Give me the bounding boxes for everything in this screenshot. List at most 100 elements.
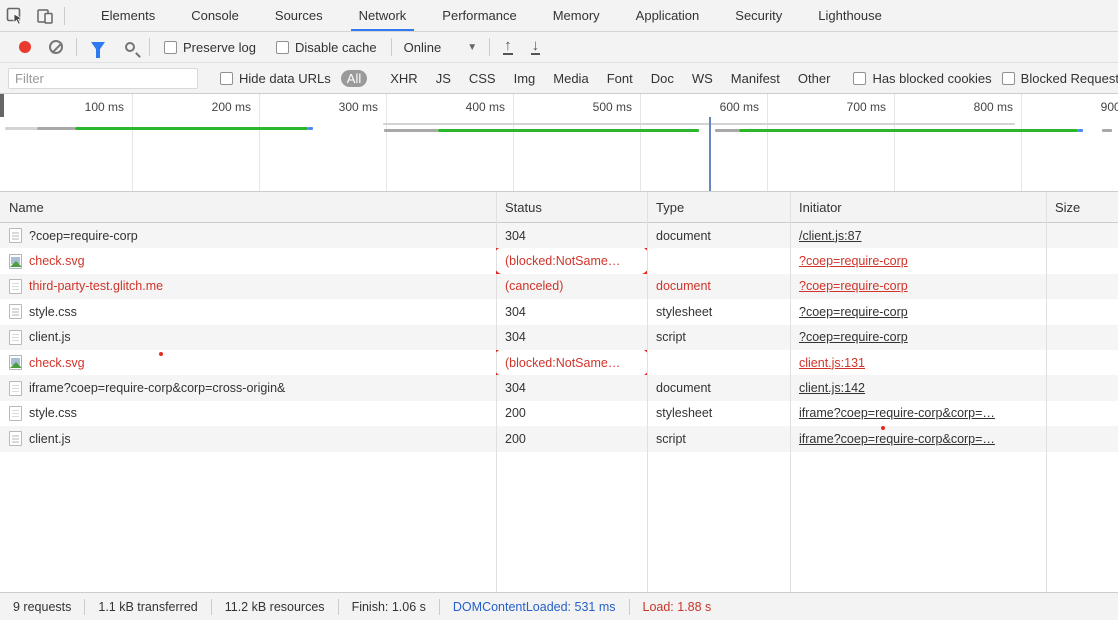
disable-cache-checkbox[interactable]: Disable cache bbox=[276, 40, 377, 55]
request-size-cell[interactable] bbox=[1046, 248, 1118, 273]
search-icon[interactable] bbox=[125, 42, 135, 52]
filter-input[interactable] bbox=[8, 68, 198, 89]
request-initiator-cell[interactable]: ?coep=require-corp bbox=[790, 325, 1046, 350]
request-initiator-cell[interactable]: iframe?coep=require-corp&corp=… bbox=[790, 426, 1046, 451]
table-row[interactable]: third-party-test.glitch.me (canceled) do… bbox=[0, 274, 1118, 299]
request-status-cell[interactable]: 304 bbox=[496, 325, 647, 350]
request-initiator-cell[interactable]: /client.js:87 bbox=[790, 223, 1046, 248]
request-initiator-cell[interactable]: ?coep=require-corp bbox=[790, 248, 1046, 273]
request-name-cell[interactable]: client.js bbox=[0, 325, 496, 350]
preserve-log-checkbox[interactable]: Preserve log bbox=[164, 40, 256, 55]
column-header-initiator[interactable]: Initiator bbox=[790, 200, 1046, 215]
request-name-cell[interactable]: ?coep=require-corp bbox=[0, 223, 496, 248]
request-initiator-cell[interactable]: client.js:131 bbox=[790, 350, 1046, 375]
initiator-link[interactable]: client.js:142 bbox=[799, 381, 865, 395]
column-header-name[interactable]: Name bbox=[0, 200, 496, 215]
request-name-cell[interactable]: style.css bbox=[0, 299, 496, 324]
request-type-cell[interactable]: stylesheet bbox=[647, 401, 790, 426]
column-divider[interactable] bbox=[647, 192, 648, 592]
inspect-element-icon[interactable] bbox=[0, 3, 30, 29]
has-blocked-cookies-checkbox[interactable]: Has blocked cookies bbox=[853, 71, 991, 86]
request-initiator-cell[interactable]: iframe?coep=require-corp&corp=… bbox=[790, 401, 1046, 426]
request-type-cell[interactable]: document bbox=[647, 375, 790, 400]
initiator-link[interactable]: ?coep=require-corp bbox=[799, 279, 908, 293]
request-status-cell[interactable]: 304 bbox=[496, 299, 647, 324]
column-divider[interactable] bbox=[790, 192, 791, 592]
initiator-link[interactable]: /client.js:87 bbox=[799, 229, 862, 243]
blocked-requests-checkbox[interactable]: Blocked Requests bbox=[1002, 71, 1118, 86]
request-type-cell[interactable]: document bbox=[647, 223, 790, 248]
request-status-cell[interactable]: 304 bbox=[496, 223, 647, 248]
filter-type-all[interactable]: All bbox=[341, 70, 367, 87]
initiator-link[interactable]: ?coep=require-corp bbox=[799, 305, 908, 319]
request-name-cell[interactable]: check.svg bbox=[0, 248, 496, 273]
request-type-cell[interactable] bbox=[647, 248, 790, 273]
request-status-cell[interactable]: 200 bbox=[496, 426, 647, 451]
panel-tab-performance[interactable]: Performance bbox=[428, 0, 530, 31]
request-type-cell[interactable]: document bbox=[647, 274, 790, 299]
column-header-type[interactable]: Type bbox=[647, 200, 790, 215]
export-har-icon[interactable]: ↓ bbox=[531, 40, 541, 55]
device-toolbar-icon[interactable] bbox=[30, 3, 60, 29]
initiator-link[interactable]: client.js:131 bbox=[799, 356, 865, 370]
import-har-icon[interactable]: ↑ bbox=[503, 40, 513, 55]
checkbox-box[interactable] bbox=[220, 72, 233, 85]
record-network-log-icon[interactable] bbox=[19, 41, 31, 53]
initiator-link[interactable]: iframe?coep=require-corp&corp=… bbox=[799, 406, 995, 420]
network-overview-timeline[interactable]: 100 ms200 ms300 ms400 ms500 ms600 ms700 … bbox=[0, 94, 1118, 192]
panel-tab-lighthouse[interactable]: Lighthouse bbox=[804, 0, 896, 31]
clear-network-log-icon[interactable] bbox=[49, 40, 63, 54]
overview-left-handle[interactable] bbox=[0, 94, 4, 117]
request-initiator-cell[interactable]: client.js:142 bbox=[790, 375, 1046, 400]
initiator-link[interactable]: ?coep=require-corp bbox=[799, 254, 908, 268]
request-size-cell[interactable] bbox=[1046, 426, 1118, 451]
table-row[interactable]: client.js 200 script iframe?coep=require… bbox=[0, 426, 1118, 451]
filter-type-other[interactable]: Other bbox=[798, 71, 831, 86]
initiator-link[interactable]: ?coep=require-corp bbox=[799, 330, 908, 344]
request-size-cell[interactable] bbox=[1046, 299, 1118, 324]
table-row[interactable]: check.svg (blocked:NotSame… client.js:13… bbox=[0, 350, 1118, 375]
checkbox-box[interactable] bbox=[276, 41, 289, 54]
panel-tab-console[interactable]: Console bbox=[177, 0, 253, 31]
checkbox-box[interactable] bbox=[853, 72, 866, 85]
panel-tab-memory[interactable]: Memory bbox=[539, 0, 614, 31]
table-row[interactable]: ?coep=require-corp 304 document /client.… bbox=[0, 223, 1118, 248]
request-size-cell[interactable] bbox=[1046, 350, 1118, 375]
request-name-cell[interactable]: check.svg bbox=[0, 350, 496, 375]
checkbox-box[interactable] bbox=[1002, 72, 1015, 85]
request-status-cell[interactable]: (blocked:NotSame… bbox=[496, 350, 647, 375]
request-type-cell[interactable]: stylesheet bbox=[647, 299, 790, 324]
column-divider[interactable] bbox=[1046, 192, 1047, 592]
request-size-cell[interactable] bbox=[1046, 274, 1118, 299]
filter-type-media[interactable]: Media bbox=[553, 71, 588, 86]
filter-funnel-icon[interactable] bbox=[91, 42, 105, 52]
request-size-cell[interactable] bbox=[1046, 401, 1118, 426]
request-size-cell[interactable] bbox=[1046, 223, 1118, 248]
filter-type-js[interactable]: JS bbox=[436, 71, 451, 86]
filter-type-ws[interactable]: WS bbox=[692, 71, 713, 86]
request-name-cell[interactable]: style.css bbox=[0, 401, 496, 426]
filter-type-xhr[interactable]: XHR bbox=[390, 71, 417, 86]
request-type-cell[interactable]: script bbox=[647, 325, 790, 350]
initiator-link[interactable]: iframe?coep=require-corp&corp=… bbox=[799, 432, 995, 446]
request-name-cell[interactable]: iframe?coep=require-corp&corp=cross-orig… bbox=[0, 375, 496, 400]
column-header-size[interactable]: Size bbox=[1046, 200, 1118, 215]
filter-type-img[interactable]: Img bbox=[514, 71, 536, 86]
request-status-cell[interactable]: (blocked:NotSame… bbox=[496, 248, 647, 273]
table-row[interactable]: client.js 304 script ?coep=require-corp bbox=[0, 325, 1118, 350]
table-row[interactable]: style.css 200 stylesheet iframe?coep=req… bbox=[0, 401, 1118, 426]
panel-tab-security[interactable]: Security bbox=[721, 0, 796, 31]
table-row[interactable]: iframe?coep=require-corp&corp=cross-orig… bbox=[0, 375, 1118, 400]
column-divider[interactable] bbox=[496, 192, 497, 592]
request-type-cell[interactable] bbox=[647, 350, 790, 375]
throttling-dropdown[interactable]: Online ▼ bbox=[404, 40, 477, 55]
request-status-cell[interactable]: (canceled) bbox=[496, 274, 647, 299]
filter-type-font[interactable]: Font bbox=[607, 71, 633, 86]
request-status-cell[interactable]: 304 bbox=[496, 375, 647, 400]
request-type-cell[interactable]: script bbox=[647, 426, 790, 451]
request-name-cell[interactable]: client.js bbox=[0, 426, 496, 451]
filter-type-css[interactable]: CSS bbox=[469, 71, 496, 86]
panel-tab-sources[interactable]: Sources bbox=[261, 0, 337, 31]
request-name-cell[interactable]: third-party-test.glitch.me bbox=[0, 274, 496, 299]
table-row[interactable]: check.svg (blocked:NotSame… ?coep=requir… bbox=[0, 248, 1118, 273]
